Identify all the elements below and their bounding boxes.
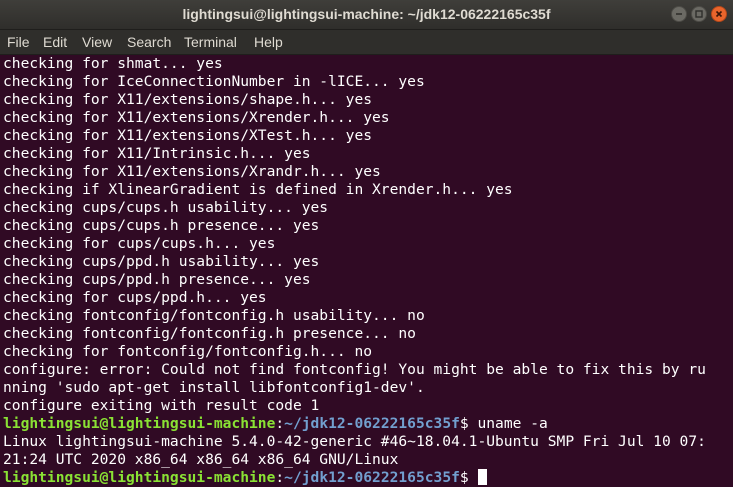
command-text: uname -a: [468, 415, 548, 432]
output-line: checking fontconfig/fontconfig.h usabili…: [3, 307, 425, 324]
output-line: checking cups/cups.h presence... yes: [3, 217, 320, 234]
output-line: checking for cups/cups.h... yes: [3, 235, 276, 252]
shell-prompt-line[interactable]: lightingsui@lightingsui-machine:~/jdk12-…: [3, 469, 487, 487]
title-bar[interactable]: lightingsui@lightingsui-machine: ~/jdk12…: [0, 0, 733, 30]
prompt-path: ~/jdk12-06222165c35f: [284, 415, 460, 432]
output-line: checking for fontconfig/fontconfig.h... …: [3, 343, 373, 360]
terminal-window: lightingsui@lightingsui-machine: ~/jdk12…: [0, 0, 733, 487]
prompt-dollar: $: [459, 469, 469, 486]
maximize-icon: [695, 10, 703, 18]
output-line: nning 'sudo apt-get install libfontconfi…: [3, 379, 425, 396]
maximize-button[interactable]: [691, 6, 707, 22]
prompt-path: ~/jdk12-06222165c35f: [284, 469, 460, 486]
output-line: checking for X11/Intrinsic.h... yes: [3, 145, 311, 162]
output-line: checking cups/ppd.h usability... yes: [3, 253, 320, 270]
prompt-user: lightingsui@lightingsui-machine: [3, 415, 276, 432]
menu-help[interactable]: Help: [254, 34, 283, 50]
output-line: Linux lightingsui-machine 5.4.0-42-gener…: [3, 433, 706, 450]
output-line: checking for cups/ppd.h... yes: [3, 289, 267, 306]
output-line: checking for X11/extensions/shape.h... y…: [3, 91, 373, 108]
prompt-dollar: $: [459, 415, 469, 432]
output-line: checking cups/cups.h usability... yes: [3, 199, 329, 216]
output-line: configure: error: Could not find fontcon…: [3, 361, 706, 378]
output-line: checking for X11/extensions/Xrender.h...…: [3, 109, 390, 126]
output-line: checking fontconfig/fontconfig.h presenc…: [3, 325, 416, 342]
minimize-icon: [676, 13, 682, 15]
menu-view[interactable]: View: [82, 34, 112, 50]
window-title: lightingsui@lightingsui-machine: ~/jdk12…: [182, 6, 551, 22]
output-line: configure exiting with result code 1: [3, 397, 320, 414]
prompt-separator: :: [275, 415, 285, 432]
close-button[interactable]: [711, 6, 727, 22]
menu-terminal[interactable]: Terminal: [184, 34, 237, 50]
menu-file[interactable]: File: [7, 34, 30, 50]
menu-edit[interactable]: Edit: [43, 34, 67, 50]
output-line: checking for X11/extensions/Xrandr.h... …: [3, 163, 381, 180]
close-icon: [715, 10, 723, 18]
shell-prompt-line: lightingsui@lightingsui-machine:~/jdk12-…: [3, 415, 548, 433]
command-input[interactable]: [469, 469, 478, 486]
menu-search[interactable]: Search: [127, 34, 171, 50]
output-line: checking cups/ppd.h presence... yes: [3, 271, 311, 288]
output-line: checking for X11/extensions/XTest.h... y…: [3, 127, 373, 144]
text-cursor: [477, 469, 487, 485]
output-line: 21:24 UTC 2020 x86_64 x86_64 x86_64 GNU/…: [3, 451, 399, 468]
output-line: checking if XlinearGradient is defined i…: [3, 181, 513, 198]
menu-bar: File Edit View Search Terminal Help: [0, 30, 733, 55]
output-line: checking for IceConnectionNumber in -lIC…: [3, 73, 425, 90]
prompt-user: lightingsui@lightingsui-machine: [3, 469, 276, 486]
prompt-separator: :: [275, 469, 285, 486]
output-line: checking for shmat... yes: [3, 55, 223, 72]
terminal-content[interactable]: checking for shmat... yes checking for I…: [3, 55, 733, 487]
minimize-button[interactable]: [671, 6, 687, 22]
